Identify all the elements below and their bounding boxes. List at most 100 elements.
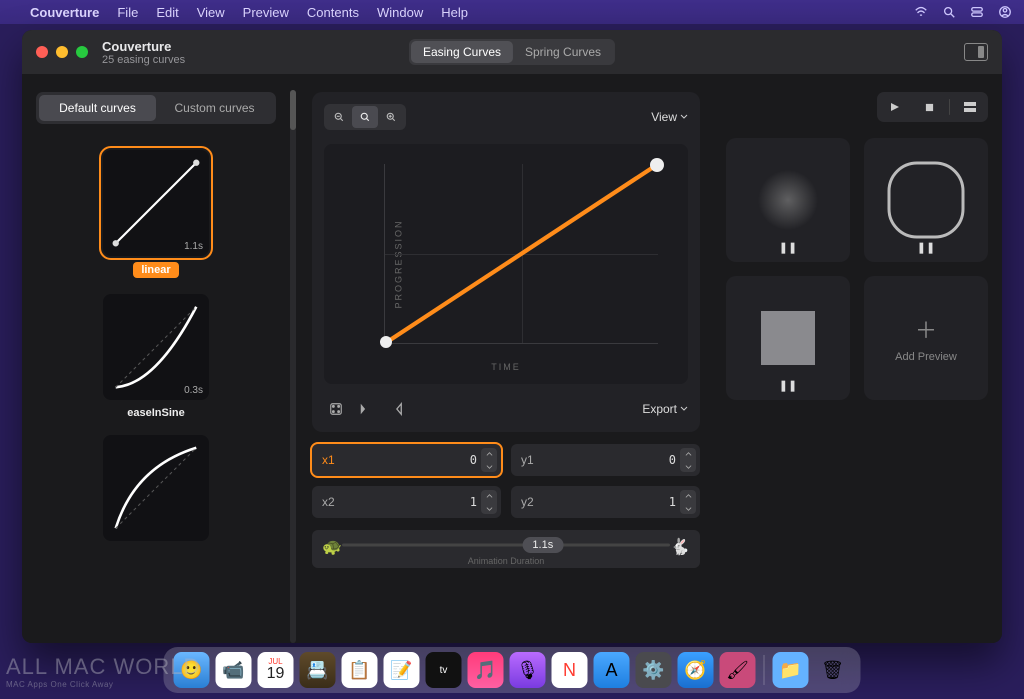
layout-button[interactable]	[956, 96, 984, 118]
curve-list-sidebar: Default curves Custom curves 1.1s linear…	[22, 74, 290, 643]
menu-window[interactable]: Window	[377, 5, 423, 20]
watermark: ALL MAC WORLD MAC Apps One Click Away	[6, 654, 200, 689]
curve-card[interactable]	[103, 435, 209, 541]
param-y1-value[interactable]: 0	[545, 453, 680, 467]
stepper-up-icon[interactable]	[481, 448, 497, 460]
menu-view[interactable]: View	[197, 5, 225, 20]
dock-app-icon[interactable]: 🖌	[720, 652, 756, 688]
traffic-lights	[36, 46, 88, 58]
preview-tile[interactable]: ❚❚	[864, 138, 988, 262]
param-x2-field[interactable]: x2 1	[312, 486, 501, 518]
tab-easing-curves[interactable]: Easing Curves	[411, 41, 513, 63]
duration-control: 🐢 1.1s 🐇 Animation Duration	[312, 530, 700, 568]
flip-vertical-button[interactable]	[384, 398, 408, 420]
minimize-button[interactable]	[56, 46, 68, 58]
stepper-down-icon[interactable]	[680, 502, 696, 514]
stepper-down-icon[interactable]	[481, 502, 497, 514]
sidebar-scrollbar[interactable]	[290, 90, 296, 643]
dock-appstore-icon[interactable]: A	[594, 652, 630, 688]
duration-slider-handle[interactable]: 1.1s	[522, 537, 563, 553]
dock-facetime-icon[interactable]: 📹	[216, 652, 252, 688]
curve-name-label: easeInSine	[127, 407, 184, 419]
dock-music-icon[interactable]: 🎵	[468, 652, 504, 688]
tab-spring-curves[interactable]: Spring Curves	[513, 41, 613, 63]
dock-settings-icon[interactable]: ⚙️	[636, 652, 672, 688]
curve-card-linear[interactable]: 1.1s linear	[103, 150, 209, 278]
dock-tv-icon[interactable]: tv	[426, 652, 462, 688]
zoom-out-button[interactable]	[326, 106, 352, 128]
curve-end-handle[interactable]	[650, 158, 664, 172]
dock-trash-icon[interactable]: 🗑	[815, 652, 851, 688]
app-window: Couverture 25 easing curves Easing Curve…	[22, 30, 1002, 643]
stepper-up-icon[interactable]	[680, 448, 696, 460]
stepper-down-icon[interactable]	[481, 460, 497, 472]
titlebar: Couverture 25 easing curves Easing Curve…	[22, 30, 1002, 74]
zoom-fit-button[interactable]	[352, 106, 378, 128]
user-icon[interactable]	[998, 5, 1012, 19]
window-subtitle: 25 easing curves	[102, 54, 185, 66]
param-x1-field[interactable]: x1 0	[312, 444, 501, 476]
search-icon[interactable]	[942, 5, 956, 19]
menu-help[interactable]: Help	[441, 5, 468, 20]
wifi-icon[interactable]	[914, 5, 928, 19]
add-preview-button[interactable]: ＋ Add Preview	[864, 276, 988, 400]
dock-podcasts-icon[interactable]: 🎙	[510, 652, 546, 688]
curve-name-label: linear	[133, 262, 178, 278]
tab-custom-curves[interactable]: Custom curves	[156, 95, 273, 121]
tab-default-curves[interactable]: Default curves	[39, 95, 156, 121]
dock-contacts-icon[interactable]: 📇	[300, 652, 336, 688]
dock: 🙂 📹 JUL19 📇 📋 📝 tv 🎵 🎙 N A ⚙️ 🧭 🖌 📁 🗑	[164, 647, 861, 693]
flip-horizontal-button[interactable]	[354, 398, 378, 420]
rabbit-icon: 🐇	[670, 537, 690, 557]
dock-folder-icon[interactable]: 📁	[773, 652, 809, 688]
menu-contents[interactable]: Contents	[307, 5, 359, 20]
dock-safari-icon[interactable]: 🧭	[678, 652, 714, 688]
preview-tile[interactable]: ❚❚	[726, 276, 850, 400]
curve-duration-label: 1.1s	[184, 241, 203, 252]
param-y2-value[interactable]: 1	[545, 495, 680, 509]
zoom-in-button[interactable]	[378, 106, 404, 128]
fullscreen-button[interactable]	[76, 46, 88, 58]
export-dropdown[interactable]: Export	[642, 402, 688, 416]
curve-start-handle[interactable]	[380, 336, 392, 348]
preview-tile[interactable]: ❚❚	[726, 138, 850, 262]
menubar-app-name[interactable]: Couverture	[30, 5, 99, 20]
chart-x-axis-label: TIME	[491, 362, 521, 372]
mode-segmented-control: Easing Curves Spring Curves	[409, 39, 615, 65]
preview-panel: ❚❚ ❚❚ ❚❚ ＋ Add Preview	[712, 74, 1002, 643]
param-y1-field[interactable]: y1 0	[511, 444, 700, 476]
pause-icon: ❚❚	[917, 241, 935, 254]
editor-panel: View PROGRESSION TIME	[300, 74, 712, 643]
curve-category-tabs: Default curves Custom curves	[36, 92, 276, 124]
view-dropdown[interactable]: View	[651, 110, 688, 124]
pause-icon: ❚❚	[779, 379, 797, 392]
stepper-up-icon[interactable]	[481, 490, 497, 502]
stepper-up-icon[interactable]	[680, 490, 696, 502]
close-button[interactable]	[36, 46, 48, 58]
param-x2-value[interactable]: 1	[346, 495, 481, 509]
dock-reminders-icon[interactable]: 📋	[342, 652, 378, 688]
play-button[interactable]	[881, 96, 909, 118]
toggle-right-panel-button[interactable]	[964, 43, 988, 61]
dock-news-icon[interactable]: N	[552, 652, 588, 688]
menu-preview[interactable]: Preview	[243, 5, 289, 20]
param-x1-value[interactable]: 0	[346, 453, 481, 467]
dock-calendar-icon[interactable]: JUL19	[258, 652, 294, 688]
param-y2-field[interactable]: y2 1	[511, 486, 700, 518]
plus-icon: ＋	[915, 313, 937, 345]
randomize-button[interactable]	[324, 398, 348, 420]
stepper-down-icon[interactable]	[680, 460, 696, 472]
duration-caption: Animation Duration	[322, 556, 690, 566]
stop-button[interactable]	[915, 96, 943, 118]
curve-chart[interactable]: PROGRESSION TIME	[324, 144, 688, 384]
window-title: Couverture	[102, 39, 185, 54]
turtle-icon: 🐢	[322, 537, 342, 557]
menu-edit[interactable]: Edit	[156, 5, 178, 20]
curve-card-easeinsine[interactable]: 0.3s easeInSine	[103, 294, 209, 419]
menu-file[interactable]: File	[117, 5, 138, 20]
curve-duration-label: 0.3s	[184, 385, 203, 396]
control-center-icon[interactable]	[970, 5, 984, 19]
dock-notes-icon[interactable]: 📝	[384, 652, 420, 688]
duration-slider-track[interactable]	[342, 544, 670, 547]
menubar: Couverture File Edit View Preview Conten…	[0, 0, 1024, 24]
